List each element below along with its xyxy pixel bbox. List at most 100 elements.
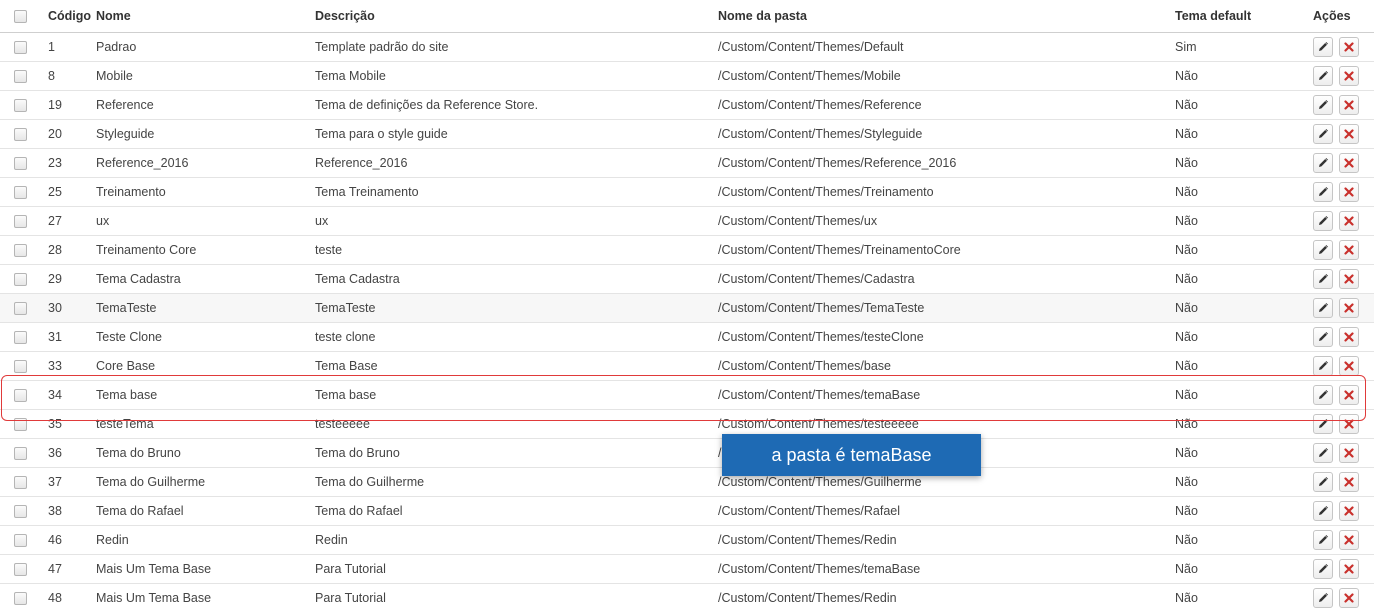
edit-button[interactable] [1313, 268, 1333, 289]
delete-button[interactable] [1339, 123, 1359, 144]
table-row[interactable]: 38 Tema do Rafael Tema do Rafael/Custom/Co… [0, 496, 1374, 525]
row-checkbox[interactable] [14, 185, 27, 199]
table-row[interactable]: 30 TemaTeste TemaTeste/Custom/Content/Them… [0, 293, 1374, 322]
table-row[interactable]: 29 Tema Cadastra Tema Cadastra/Custom/Cont… [0, 264, 1374, 293]
delete-button[interactable] [1339, 36, 1359, 57]
delete-button[interactable] [1339, 471, 1359, 492]
delete-button[interactable] [1339, 558, 1359, 579]
delete-button[interactable] [1339, 500, 1359, 521]
table-row[interactable]: 23 Reference_2016 Reference_2016/Custom/Co… [0, 148, 1374, 177]
table-row[interactable]: 8 Mobile Tema Mobile/Custom/Content/Themes… [0, 61, 1374, 90]
delete-button[interactable] [1339, 587, 1359, 608]
edit-button[interactable] [1313, 36, 1333, 57]
delete-button[interactable] [1339, 239, 1359, 260]
row-checkbox[interactable] [14, 272, 27, 286]
row-checkbox[interactable] [14, 301, 27, 315]
edit-button[interactable] [1313, 413, 1333, 434]
edit-button[interactable] [1313, 297, 1333, 318]
row-checkbox[interactable] [14, 446, 27, 460]
delete-button[interactable] [1339, 152, 1359, 173]
close-icon [1344, 534, 1354, 545]
cell-actions [1313, 409, 1374, 438]
row-checkbox[interactable] [14, 40, 27, 54]
row-checkbox[interactable] [14, 156, 27, 170]
select-all-checkbox[interactable] [14, 9, 27, 23]
row-actions [1313, 326, 1374, 347]
row-checkbox[interactable] [14, 359, 27, 373]
pencil-icon [1319, 563, 1328, 573]
edit-button[interactable] [1313, 65, 1333, 86]
delete-button[interactable] [1339, 442, 1359, 463]
row-checkbox[interactable] [14, 69, 27, 83]
edit-button[interactable] [1313, 587, 1333, 608]
edit-button[interactable] [1313, 442, 1333, 463]
edit-button[interactable] [1313, 123, 1333, 144]
edit-button[interactable] [1313, 384, 1333, 405]
table-row[interactable]: 47 Mais Um Tema Base Para Tutorial/Custom/… [0, 554, 1374, 583]
cell-name: Padrao [96, 39, 137, 54]
row-checkbox[interactable] [14, 214, 27, 228]
row-checkbox[interactable] [14, 504, 27, 518]
row-actions [1313, 152, 1374, 173]
table-row[interactable]: 46 Redin Redin/Custom/Content/Themes/Redin… [0, 525, 1374, 554]
header-name[interactable]: Nome [96, 0, 315, 32]
table-row[interactable]: 27 ux ux/Custom/Content/Themes/ux Não [0, 206, 1374, 235]
edit-button[interactable] [1313, 355, 1333, 376]
table-row[interactable]: 37 Tema do Guilherme Tema do Guilherme/Cus… [0, 467, 1374, 496]
header-folder[interactable]: Nome da pasta [718, 0, 1175, 32]
delete-button[interactable] [1339, 326, 1359, 347]
delete-button[interactable] [1339, 268, 1359, 289]
delete-button[interactable] [1339, 384, 1359, 405]
row-checkbox[interactable] [14, 330, 27, 344]
row-actions [1313, 65, 1374, 86]
table-row[interactable]: 1 Padrao Template padrão do site/Custom/Co… [0, 32, 1374, 61]
row-checkbox[interactable] [14, 591, 27, 605]
row-checkbox[interactable] [14, 562, 27, 576]
row-checkbox[interactable] [14, 417, 27, 431]
edit-button[interactable] [1313, 326, 1333, 347]
table-row[interactable]: 36Tema do BrunoTema do Bruno/Custom/Cont… [0, 438, 1374, 467]
row-actions [1313, 587, 1374, 608]
header-description[interactable]: Descrição [315, 0, 718, 32]
table-row[interactable]: 20 Styleguide Tema para o style guide/Cust… [0, 119, 1374, 148]
close-icon [1344, 215, 1354, 226]
table-row[interactable]: 33 Core Base Tema Base/Custom/Content/Them… [0, 351, 1374, 380]
delete-button[interactable] [1339, 94, 1359, 115]
table-row[interactable]: 25 Treinamento Tema Treinamento/Custom/Con… [0, 177, 1374, 206]
edit-button[interactable] [1313, 529, 1333, 550]
table-row[interactable]: 48 Mais Um Tema Base Para Tutorial/Custom/… [0, 583, 1374, 611]
row-checkbox[interactable] [14, 475, 27, 489]
edit-button[interactable] [1313, 181, 1333, 202]
delete-button[interactable] [1339, 413, 1359, 434]
header-code[interactable]: Código [48, 0, 96, 32]
table-row[interactable]: 19 Reference Tema de definições da Referen… [0, 90, 1374, 119]
delete-button[interactable] [1339, 65, 1359, 86]
row-checkbox[interactable] [14, 533, 27, 547]
table-row[interactable]: 34 Tema base Tema base/Custom/Content/Them… [0, 380, 1374, 409]
edit-button[interactable] [1313, 152, 1333, 173]
table-row[interactable]: 35 testeTema testeeeee/Custom/Content/Them… [0, 409, 1374, 438]
table-row[interactable]: 28 Treinamento Core teste/Custom/Content/T… [0, 235, 1374, 264]
delete-button[interactable] [1339, 181, 1359, 202]
cell-default-theme: Não [1175, 68, 1198, 83]
row-checkbox[interactable] [14, 388, 27, 402]
edit-button[interactable] [1313, 239, 1333, 260]
row-checkbox[interactable] [14, 98, 27, 112]
edit-button[interactable] [1313, 210, 1333, 231]
delete-button[interactable] [1339, 355, 1359, 376]
row-checkbox[interactable] [14, 127, 27, 141]
cell-default-theme: Não [1175, 561, 1198, 576]
edit-button[interactable] [1313, 500, 1333, 521]
edit-button[interactable] [1313, 558, 1333, 579]
edit-button[interactable] [1313, 94, 1333, 115]
edit-button[interactable] [1313, 471, 1333, 492]
delete-button[interactable] [1339, 210, 1359, 231]
delete-button[interactable] [1339, 297, 1359, 318]
cell-name: Tema do Guilherme [96, 474, 206, 489]
row-checkbox-cell [0, 583, 48, 611]
row-checkbox[interactable] [14, 243, 27, 257]
row-actions [1313, 36, 1374, 57]
delete-button[interactable] [1339, 529, 1359, 550]
table-row[interactable]: 31 Teste Clone teste clone/Custom/Content/… [0, 322, 1374, 351]
header-default-theme[interactable]: Tema default [1175, 0, 1313, 32]
